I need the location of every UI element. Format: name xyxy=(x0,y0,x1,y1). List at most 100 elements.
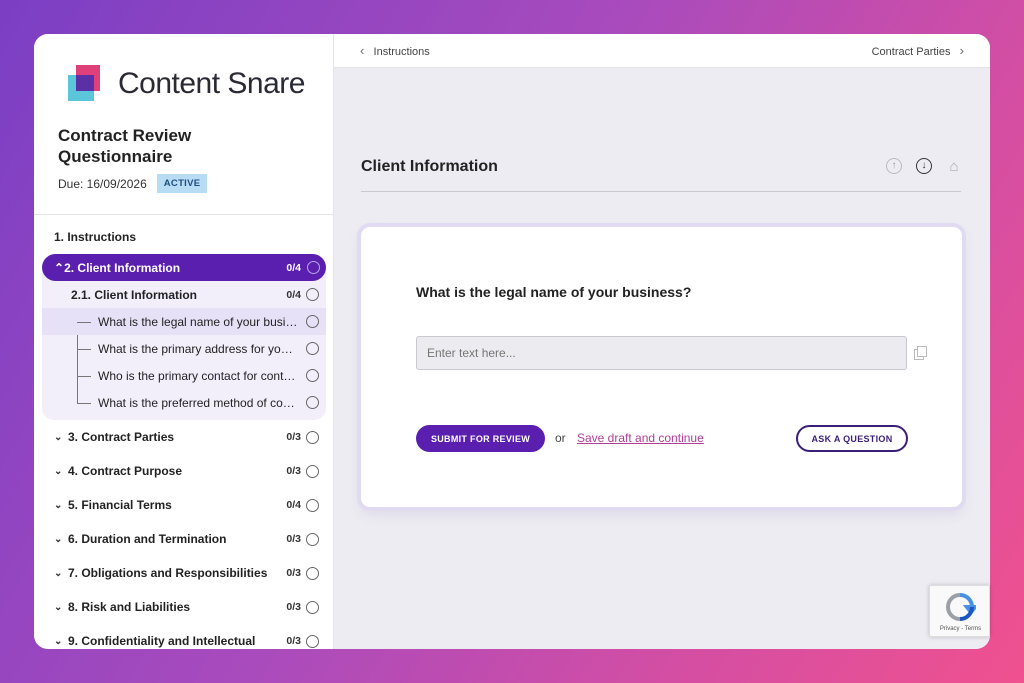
status-circle-icon xyxy=(306,498,319,512)
status-circle-icon xyxy=(306,532,319,546)
progress-count: 0/4 xyxy=(286,499,301,511)
chevron-left-icon: ‹ xyxy=(360,43,365,58)
sidebar-divider xyxy=(34,214,333,215)
question-card: What is the legal name of your business?… xyxy=(361,227,962,507)
status-circle-icon xyxy=(306,396,319,409)
home-icon[interactable]: ⌂ xyxy=(946,158,962,174)
status-circle-icon xyxy=(306,600,319,614)
status-circle-icon xyxy=(307,261,320,274)
chevron-down-icon: ⌄ xyxy=(54,499,63,511)
progress-count: 0/4 xyxy=(286,288,301,301)
question-list: What is the legal name of your business?… xyxy=(42,308,326,416)
tree-branch xyxy=(77,402,91,404)
save-draft-link[interactable]: Save draft and continue xyxy=(577,431,704,445)
section-toolbar: ↑ ↓ ⌂ xyxy=(886,158,962,174)
brand-logo: Content Snare xyxy=(68,65,305,103)
brand-name: Content Snare xyxy=(118,67,305,100)
recaptcha-badge[interactable]: Privacy - Terms xyxy=(929,585,990,637)
app-window: Content Snare Contract Review Questionna… xyxy=(34,34,990,649)
nav-item-label: 2.1. Client Information xyxy=(71,287,198,302)
question-item-communication[interactable]: What is the preferred method of communic… xyxy=(42,389,326,416)
nav-item-confidentiality[interactable]: ⌄ 9. Confidentiality and Intellectual 0/… xyxy=(34,624,333,649)
answer-input[interactable] xyxy=(416,336,907,370)
status-circle-icon xyxy=(306,566,319,580)
section-divider xyxy=(361,191,961,192)
question-item-address[interactable]: What is the primary address for your bus… xyxy=(42,335,326,362)
chevron-right-icon: › xyxy=(959,43,964,58)
nav-item-label: 4. Contract Purpose xyxy=(68,464,183,478)
main-panel: ‹ Instructions Contract Parties › Client… xyxy=(334,34,990,649)
nav-item-contract-parties[interactable]: ⌄ 3. Contract Parties 0/3 xyxy=(34,420,333,454)
chevron-down-icon: ⌄ xyxy=(54,533,63,545)
due-date: Due: 16/09/2026 xyxy=(58,176,147,191)
question-item-label: What is the preferred method of communic… xyxy=(98,395,298,410)
or-text: or xyxy=(555,431,566,445)
progress-count: 0/3 xyxy=(286,601,301,613)
chevron-down-icon: ⌄ xyxy=(54,465,63,477)
status-circle-icon xyxy=(306,342,319,355)
nav-item-financial-terms[interactable]: ⌄ 5. Financial Terms 0/4 xyxy=(34,488,333,522)
status-circle-icon xyxy=(306,464,319,478)
next-link-label: Contract Parties xyxy=(871,46,951,58)
nav-item-instructions[interactable]: 1. Instructions xyxy=(34,220,333,254)
tree-branch xyxy=(77,321,91,323)
nav-item-contract-purpose[interactable]: ⌄ 4. Contract Purpose 0/3 xyxy=(34,454,333,488)
nav-item-label: 3. Contract Parties xyxy=(68,430,175,444)
chevron-down-icon: ⌄ xyxy=(54,567,63,579)
nav-item-duration-termination[interactable]: ⌄ 6. Duration and Termination 0/3 xyxy=(34,522,333,556)
status-badge: ACTIVE xyxy=(156,174,208,193)
question-item-label: What is the legal name of your business? xyxy=(98,314,298,329)
chevron-down-icon: ⌄ xyxy=(54,635,63,647)
prev-link-label: Instructions xyxy=(373,46,430,58)
submit-for-review-button[interactable]: SUBMIT FOR REVIEW xyxy=(416,425,545,452)
questionnaire-title: Contract Review Questionnaire xyxy=(58,126,192,166)
nav-item-label: 9. Confidentiality and Intellectual xyxy=(68,634,256,648)
status-circle-icon xyxy=(306,315,319,328)
nav-item-label: 1. Instructions xyxy=(54,230,137,244)
due-row: Due: 16/09/2026 ACTIVE xyxy=(58,174,208,193)
next-link[interactable]: Contract Parties › xyxy=(872,43,964,58)
question-item-label: What is the primary address for your bus… xyxy=(98,341,298,356)
nav-item-label: 2. Client Information xyxy=(64,260,181,275)
section-title: Client Information xyxy=(361,158,498,175)
question-item-contact[interactable]: Who is the primary contact for contracts… xyxy=(42,362,326,389)
arrow-down-icon[interactable]: ↓ xyxy=(916,158,932,174)
nav-item-label: 8. Risk and Liabilities xyxy=(68,600,191,614)
chevron-down-icon: ⌄ xyxy=(54,431,63,443)
status-circle-icon xyxy=(306,369,319,382)
arrow-up-icon[interactable]: ↑ xyxy=(886,158,902,174)
status-circle-icon xyxy=(306,430,319,444)
sidebar: Content Snare Contract Review Questionna… xyxy=(34,34,334,649)
progress-count: 0/3 xyxy=(286,465,301,477)
prev-link[interactable]: ‹ Instructions xyxy=(360,43,430,58)
recaptcha-text: Privacy - Terms xyxy=(939,626,982,632)
question-item-label: Who is the primary contact for contracts… xyxy=(98,368,298,383)
nav-item-label: 6. Duration and Termination xyxy=(68,532,227,546)
progress-count: 0/3 xyxy=(286,635,301,647)
question-text: What is the legal name of your business? xyxy=(416,284,692,300)
logo-mark-icon xyxy=(68,65,104,103)
progress-count: 0/3 xyxy=(286,431,301,443)
nav-subsection-client-information[interactable]: 2.1. Client Information 0/4 xyxy=(42,281,326,308)
chevron-down-icon: ⌄ xyxy=(54,601,63,613)
tree-branch xyxy=(77,375,91,377)
progress-count: 0/3 xyxy=(286,567,301,579)
nav-item-obligations[interactable]: ⌄ 7. Obligations and Responsibilities 0/… xyxy=(34,556,333,590)
pager-bar: ‹ Instructions Contract Parties › xyxy=(334,34,990,68)
progress-count: 0/3 xyxy=(286,533,301,545)
nav-item-label: 5. Financial Terms xyxy=(68,498,172,512)
question-item-legal-name[interactable]: What is the legal name of your business? xyxy=(42,308,326,335)
status-circle-icon xyxy=(306,634,319,648)
copy-icon[interactable] xyxy=(914,346,927,360)
nav-item-label: 7. Obligations and Responsibilities xyxy=(68,566,268,580)
ask-question-button[interactable]: ASK A QUESTION xyxy=(796,425,908,452)
nav-item-client-information[interactable]: ⌃ 2. Client Information 0/4 xyxy=(42,254,326,281)
tree-branch xyxy=(77,348,91,350)
active-section-group: ⌃ 2. Client Information 0/4 2.1. Client … xyxy=(42,254,326,420)
recaptcha-icon xyxy=(945,593,976,621)
status-circle-icon xyxy=(306,288,319,301)
progress-count: 0/4 xyxy=(286,261,301,274)
chevron-up-icon: ⌃ xyxy=(54,260,65,275)
nav-item-risk-liabilities[interactable]: ⌄ 8. Risk and Liabilities 0/3 xyxy=(34,590,333,624)
section-nav: 1. Instructions ⌃ 2. Client Information … xyxy=(34,220,333,649)
